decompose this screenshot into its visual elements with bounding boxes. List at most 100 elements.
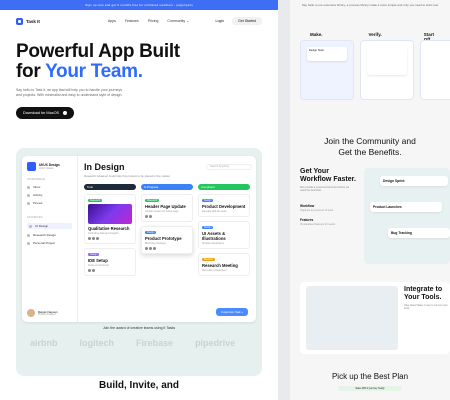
hero-title-highlight: Your Team. xyxy=(45,61,143,82)
feature-card-title: Product Launches xyxy=(373,205,402,209)
column-todo: Todo Research Qualitative Research Colle… xyxy=(84,184,136,276)
firebase-logo: Firebase xyxy=(136,338,174,348)
nav-apps[interactable]: Apps xyxy=(108,19,116,23)
card-tag: Research xyxy=(145,199,160,202)
nav-pricing[interactable]: Pricing xyxy=(148,19,159,23)
sidebar-item-label: Pinned xyxy=(33,201,43,205)
task-card[interactable]: Design Product Prototype Build the proto… xyxy=(141,226,193,254)
step-make-card: Design Team xyxy=(300,40,354,100)
task-card[interactable]: Research Qualitative Research Collecting… xyxy=(84,194,136,244)
logo-icon xyxy=(16,17,23,25)
feature-card-bug-tracking[interactable]: Bug Tracking xyxy=(388,228,450,238)
download-button[interactable]: Download for MacOS xyxy=(16,107,75,119)
feature-card-product-launches[interactable]: Product Launches xyxy=(370,202,442,212)
workspace-switcher[interactable]: UI/UX Design UI/UX Space xyxy=(27,162,72,171)
card-title: UI Assets & Illustrations xyxy=(202,231,226,241)
integrations-section: Integrate to Your Tools. Take Notes! Mak… xyxy=(300,282,450,354)
task-card[interactable]: Meeting Research Meeting Meet with resea… xyxy=(198,253,250,276)
feature-cards-panel: Design Sprint Product Launches Bug Track… xyxy=(364,168,450,264)
app-window: UI/UX Design UI/UX Space WORKSPACE Inbox… xyxy=(22,156,256,322)
card-desc: Prepare illustrations xyxy=(202,242,225,245)
nav-community[interactable]: Community ⌄ xyxy=(167,19,189,23)
hero-title-line1: Powerful App Built xyxy=(16,41,180,62)
get-started-button[interactable]: Get Started xyxy=(232,17,262,25)
feature-desc: Personalised features for teams xyxy=(300,223,336,226)
card-tag: Design xyxy=(202,226,214,229)
integrations-heading-line1: Integrate to xyxy=(404,286,443,293)
joined-text: Join the award of creative teams using i… xyxy=(102,326,176,330)
page: Sign up now and get 6 months free for un… xyxy=(0,0,450,400)
card-tag: Design xyxy=(202,199,214,202)
profile[interactable]: Raiyan Nayeem Product Designer xyxy=(27,309,58,317)
sidebar-section-workspace: WORKSPACE xyxy=(27,177,45,181)
card-avatars xyxy=(88,237,132,240)
card-desc: Setup environment xyxy=(88,264,109,267)
sidebar-item-label: Research Design xyxy=(33,233,57,237)
nav-features[interactable]: Features xyxy=(125,19,139,23)
sidebar-item-pinned[interactable]: Pinned xyxy=(27,201,72,205)
column-header: In Progress xyxy=(141,184,193,190)
sidebar-item-activity[interactable]: Activity xyxy=(27,193,72,197)
build-heading: Build, Invite, and xyxy=(98,380,179,391)
airbnb-logo: airbnb xyxy=(30,338,58,348)
apple-icon xyxy=(63,111,68,115)
search-input[interactable]: Search Anything xyxy=(206,164,252,170)
sidebar-item-label: Personal Project xyxy=(33,241,56,245)
logo-text: Task It xyxy=(26,18,40,24)
customize-task-button[interactable]: Customize Task + xyxy=(215,308,248,316)
feature-card-title: Design Sprint xyxy=(383,179,405,183)
folder-icon xyxy=(29,224,32,228)
sidebar-section-favorites: FAVORITES xyxy=(27,215,43,219)
yearly-toggle[interactable]: Save 40% if you buy Yearly xyxy=(338,386,402,391)
hero-title-for: for xyxy=(16,61,46,82)
card-desc: Develop with the team xyxy=(202,210,227,213)
app-sidebar: UI/UX Design UI/UX Space WORKSPACE Inbox… xyxy=(22,156,78,322)
sidebar-item-personal-project[interactable]: Personal Project xyxy=(27,241,72,245)
intro-text: Say hello to our extensive library, a pr… xyxy=(301,3,439,7)
workflow-heading-line1: Get Your xyxy=(300,168,329,175)
card-title: Research Meeting xyxy=(202,263,238,268)
hero-title: Powerful App Built for Your Team. xyxy=(16,42,262,82)
inbox-icon xyxy=(27,185,30,189)
nav-actions: Login Get Started xyxy=(216,17,262,25)
promo-banner[interactable]: Sign up now and get 6 months free for un… xyxy=(0,0,278,10)
integration-preview xyxy=(306,286,398,350)
card-desc: Meet with researchers xyxy=(202,269,227,272)
card-avatars xyxy=(145,215,189,218)
board-columns: Todo Research Qualitative Research Colle… xyxy=(84,184,252,276)
sidebar-item-inbox[interactable]: Inbox xyxy=(27,185,72,189)
folder-icon xyxy=(27,233,30,237)
design-team-card[interactable]: Design Team xyxy=(307,47,347,61)
card-title: Product Prototype xyxy=(145,236,182,241)
column-header: Completed xyxy=(198,184,250,190)
feature-card-design-sprint[interactable]: Design Sprint xyxy=(380,176,448,186)
workflow-heading: Get Your Workflow Faster. xyxy=(300,168,356,184)
top-nav: Task It Apps Features Pricing Community … xyxy=(0,14,278,28)
task-card[interactable]: Research Header Page Update Update heade… xyxy=(141,194,193,222)
task-card[interactable]: Design Product Development Develop with … xyxy=(198,194,250,217)
landing-page-left: Sign up now and get 6 months free for un… xyxy=(0,0,278,400)
feature-list: Workflow Organise any process of work Fea… xyxy=(300,198,360,226)
hero: Powerful App Built for Your Team. Say he… xyxy=(0,42,278,119)
task-card[interactable]: Design IDE Setup Setup environment xyxy=(84,248,136,276)
logo[interactable]: Task It xyxy=(16,17,40,25)
board-subtitle: Research whatever could help this produc… xyxy=(84,174,170,178)
step-verify-card xyxy=(360,40,414,100)
partner-logos: airbnb logitech Firebase pipedrive xyxy=(30,338,235,348)
card-desc: Collecting data and insights xyxy=(88,232,119,235)
feature-card-title: Bug Tracking xyxy=(391,231,412,235)
activity-icon xyxy=(27,193,30,197)
feature-title: Workflow xyxy=(300,204,315,208)
login-link[interactable]: Login xyxy=(216,19,225,23)
column-in-progress: In Progress Research Header Page Update … xyxy=(141,184,193,276)
nav-links: Apps Features Pricing Community ⌄ xyxy=(108,19,189,23)
task-card[interactable]: Design UI Assets & Illustrations Prepare… xyxy=(198,221,250,249)
card-tag: Design xyxy=(145,231,157,234)
folder-icon xyxy=(27,241,30,245)
sidebar-item-research-design[interactable]: Research Design xyxy=(27,233,72,237)
column-header: Todo xyxy=(84,184,136,190)
feature-item: Workflow Organise any process of work xyxy=(300,204,360,212)
sidebar-item-ui-design[interactable]: UI Design xyxy=(27,223,72,229)
feature-title: Features xyxy=(300,218,314,222)
card-tag: Meeting xyxy=(202,258,215,261)
